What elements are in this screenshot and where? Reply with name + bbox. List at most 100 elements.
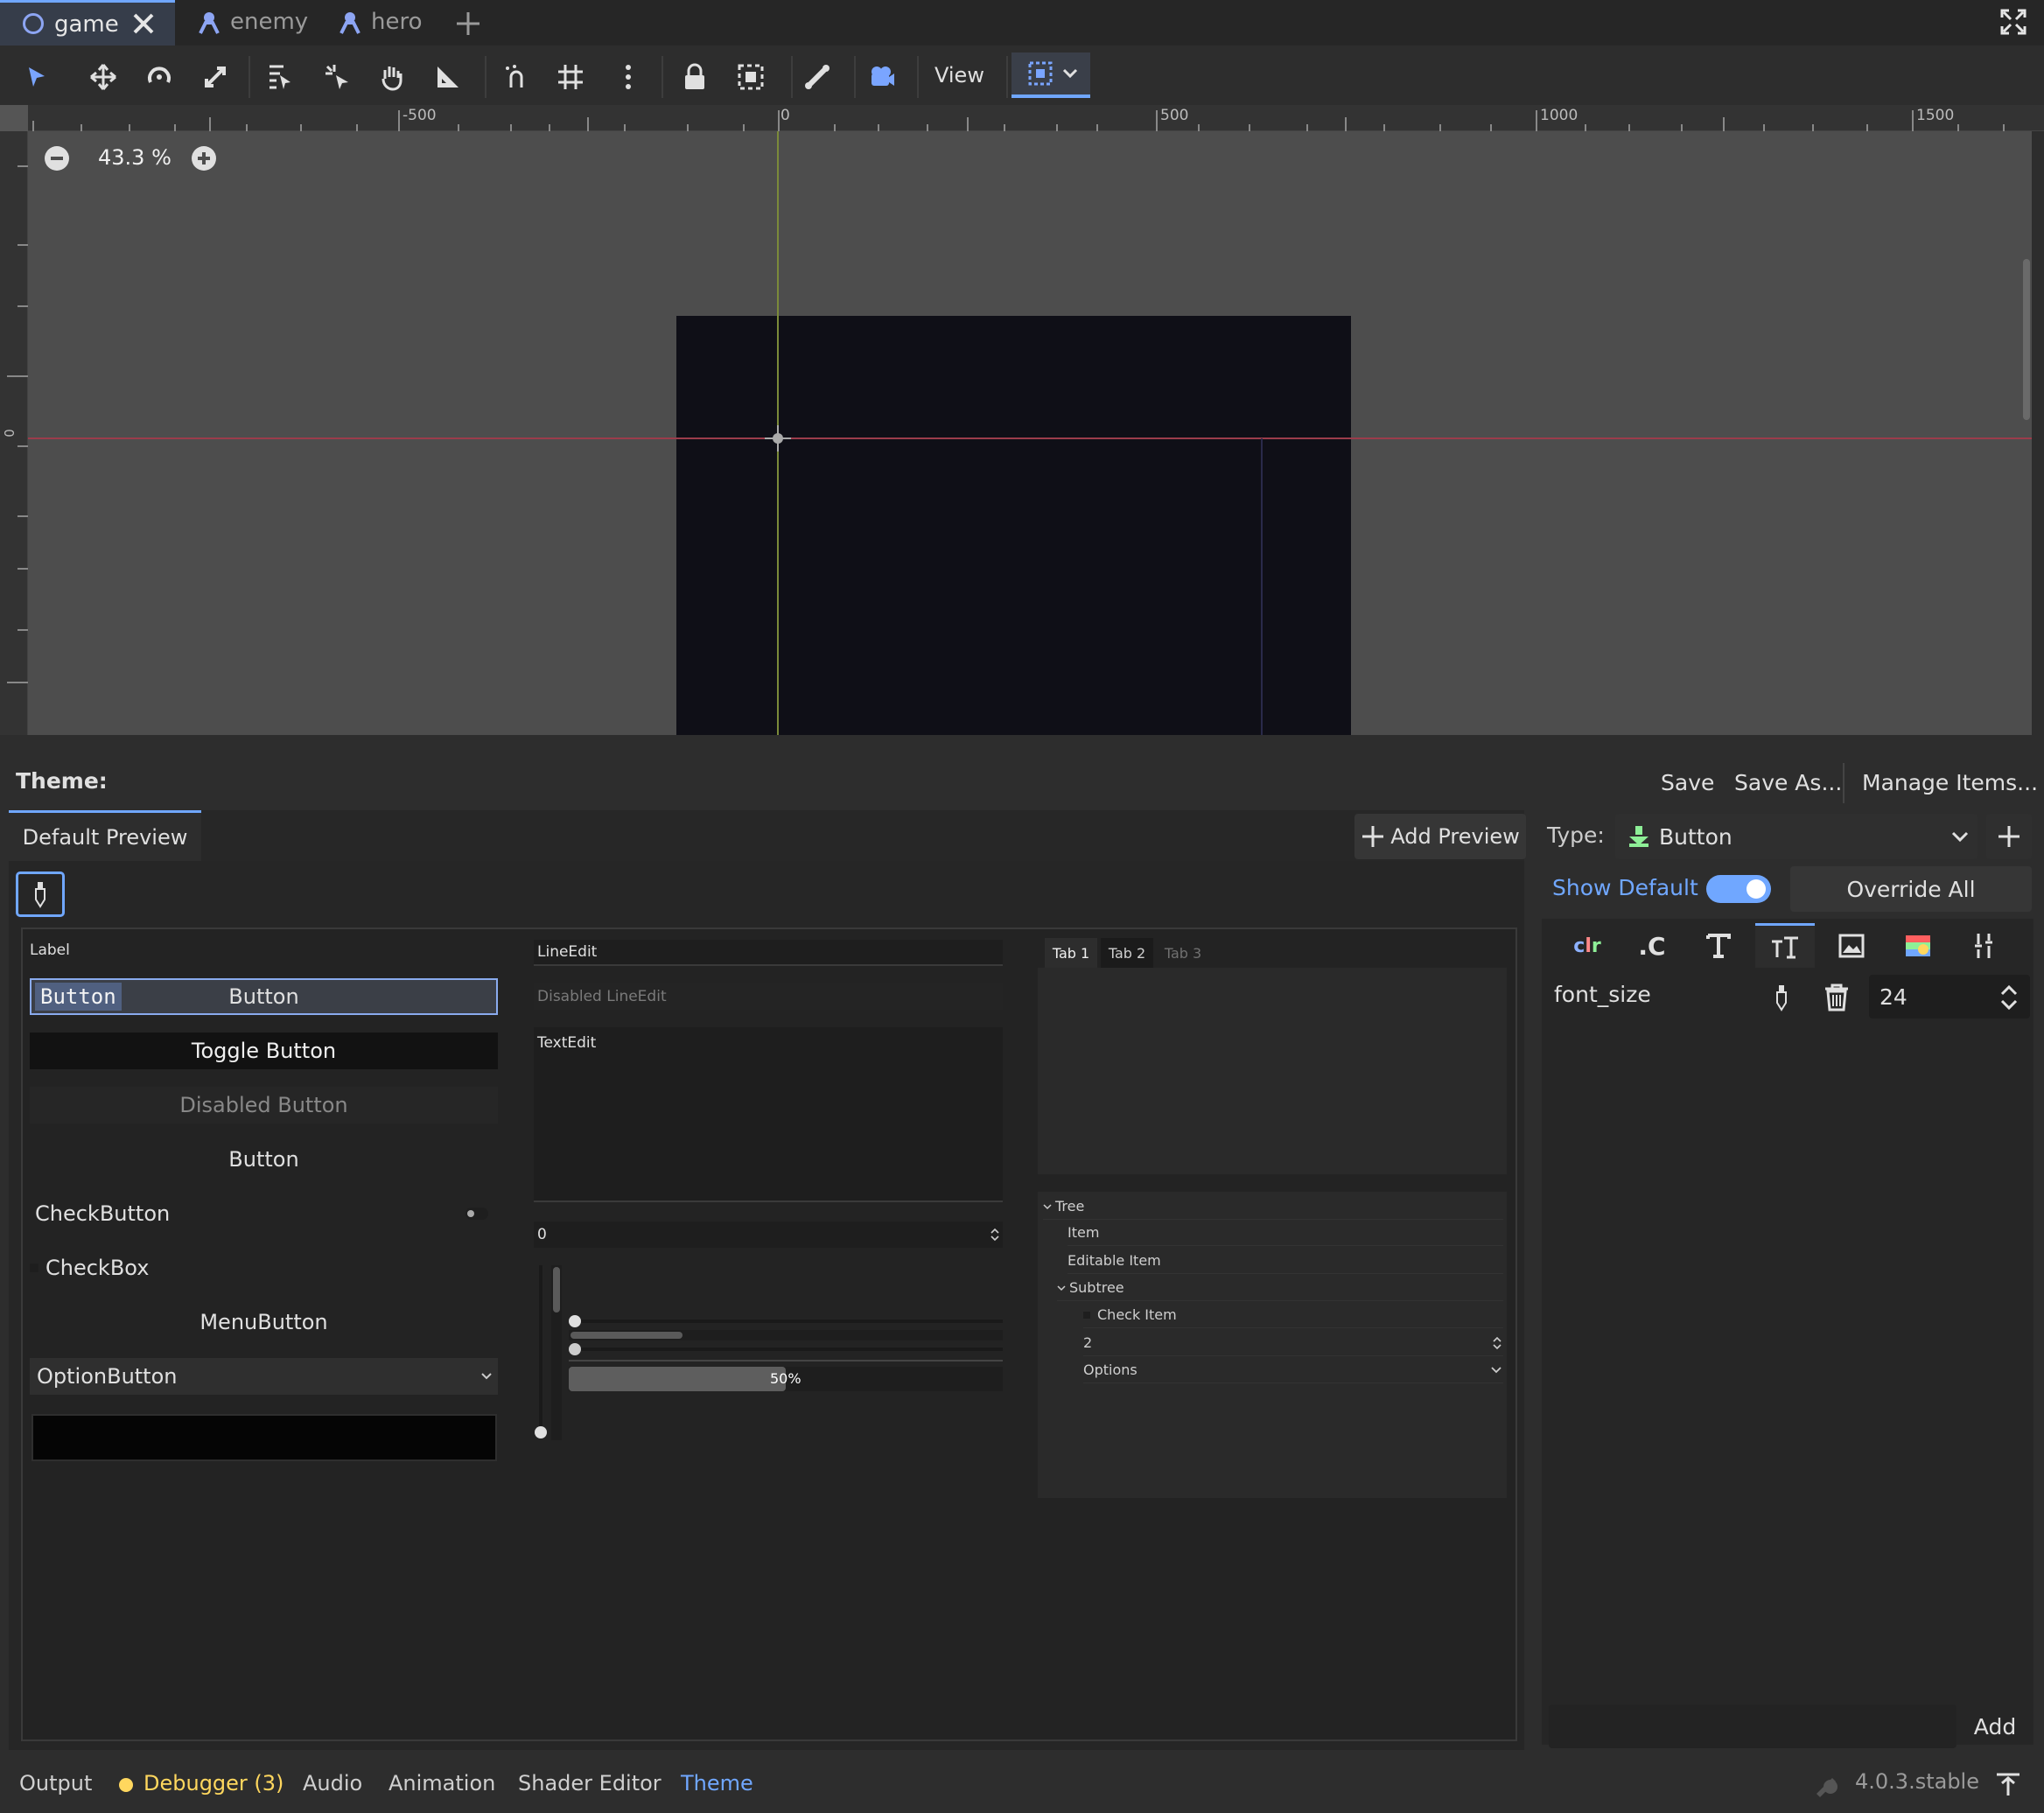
font-size-spinbox[interactable]: 24: [1869, 975, 2030, 1018]
scene-tab-enemy[interactable]: enemy: [188, 0, 311, 46]
camera-override-button[interactable]: [858, 52, 906, 102]
tab-types[interactable]: [1955, 923, 2014, 969]
bottom-tab-debugger[interactable]: Debugger (3): [144, 1771, 284, 1796]
tree-label: Subtree: [1069, 1279, 1124, 1296]
add-item-button[interactable]: Add: [1964, 1704, 2026, 1748]
show-default-toggle[interactable]: [1706, 875, 1771, 903]
list-select-button[interactable]: [256, 52, 304, 102]
tab-constants[interactable]: .C: [1622, 923, 1682, 969]
tree-subtree[interactable]: Subtree: [1057, 1275, 1503, 1301]
canvas-viewport[interactable]: 43.3 %: [28, 131, 2032, 735]
tree-root[interactable]: Tree: [1043, 1194, 1503, 1220]
zoom-level[interactable]: 43.3 %: [98, 145, 172, 170]
tree-label: 2: [1083, 1334, 1093, 1351]
notification-bell-icon[interactable]: [1813, 1773, 1838, 1799]
tab-font-sizes[interactable]: [1755, 923, 1815, 969]
tree-options-item[interactable]: Options: [1083, 1357, 1503, 1383]
add-preview-button[interactable]: Add Preview: [1354, 814, 1526, 859]
type-select[interactable]: Button: [1615, 814, 1978, 859]
viewport-guide-line: [1261, 438, 1263, 735]
group-button[interactable]: [726, 52, 775, 102]
preview-hslider[interactable]: [569, 1314, 1003, 1328]
pan-tool-button[interactable]: [368, 52, 416, 102]
lock-button[interactable]: [670, 52, 719, 102]
preview-menu-button[interactable]: MenuButton: [30, 1304, 498, 1340]
add-type-button[interactable]: [1986, 814, 2032, 859]
preview-spinbox[interactable]: 0: [534, 1222, 1003, 1248]
tree-item[interactable]: Item: [1068, 1220, 1503, 1246]
select-tool-button[interactable]: [12, 52, 61, 102]
preview-canvas-scale-button[interactable]: [1012, 52, 1090, 98]
toolbar-separator: [1843, 763, 1844, 803]
close-icon[interactable]: [131, 11, 156, 36]
tab-label: Tab 3: [1164, 944, 1202, 962]
type-label: Type:: [1547, 822, 1605, 848]
disabled-button-label: Disabled Button: [179, 1093, 348, 1117]
view-menu[interactable]: View: [934, 63, 984, 88]
fullscreen-icon[interactable]: [2000, 9, 2026, 35]
grid-snap-button[interactable]: [546, 52, 595, 102]
tab-styleboxes[interactable]: [1888, 923, 1948, 969]
save-as-button[interactable]: Save As...: [1734, 770, 1842, 795]
move-tool-button[interactable]: [79, 52, 128, 102]
preview-option-button[interactable]: OptionButton: [30, 1358, 498, 1395]
manage-items-button[interactable]: Manage Items...: [1862, 770, 2038, 795]
toggle-switch-icon: [466, 1208, 488, 1220]
tab-fonts[interactable]: [1689, 923, 1748, 969]
zoom-out-icon[interactable]: [44, 145, 70, 172]
preview-check-button[interactable]: CheckButton: [30, 1195, 498, 1232]
updown-arrows-icon[interactable]: [1998, 984, 2020, 1012]
override-all-button[interactable]: Override All: [1790, 866, 2032, 912]
bottom-tab-output[interactable]: Output: [19, 1771, 92, 1796]
skeleton-button[interactable]: [793, 52, 842, 102]
preview-checkbox[interactable]: CheckBox: [30, 1250, 292, 1286]
zoom-in-icon[interactable]: [191, 145, 217, 172]
bottom-tab-audio[interactable]: Audio: [303, 1771, 362, 1796]
camera-icon: [872, 66, 894, 86]
preview-button-focused[interactable]: Button Button: [30, 978, 498, 1015]
preview-flat-button[interactable]: Button: [30, 1141, 498, 1178]
bottom-tab-shader-editor[interactable]: Shader Editor: [518, 1771, 662, 1796]
preview-hscrollbar[interactable]: [569, 1330, 1003, 1340]
picker-button[interactable]: [16, 872, 65, 917]
scene-tab-hero[interactable]: hero: [324, 0, 438, 46]
updown-arrows-icon[interactable]: [990, 1227, 999, 1242]
tree-check-item[interactable]: Check Item: [1083, 1302, 1503, 1328]
preview-vscrollbar[interactable]: [551, 1265, 562, 1440]
property-name: font_size: [1554, 982, 1651, 1007]
slider-grabber[interactable]: [569, 1343, 581, 1355]
preview-vslider[interactable]: [535, 1265, 547, 1440]
preview-hslider-ticks[interactable]: [569, 1342, 1003, 1356]
trash-icon[interactable]: [1824, 984, 1850, 1012]
chevron-down-icon: [1951, 831, 1969, 843]
tab-colors[interactable]: clr: [1558, 923, 1617, 969]
tree-range-item[interactable]: 2: [1083, 1330, 1503, 1356]
ruler-tool-button[interactable]: [424, 52, 472, 102]
expand-panel-icon[interactable]: [1995, 1771, 2021, 1797]
preview-text-edit[interactable]: TextEdit: [534, 1027, 1003, 1202]
rotate-tool-button[interactable]: [135, 52, 184, 102]
tab-1[interactable]: Tab 1: [1045, 938, 1097, 968]
tree-editable-item[interactable]: Editable Item: [1068, 1248, 1503, 1274]
preview-line-edit[interactable]: LineEdit: [534, 940, 1003, 966]
scale-tool-button[interactable]: [191, 52, 240, 102]
add-scene-tab-icon[interactable]: [455, 10, 481, 37]
tab-2[interactable]: Tab 2: [1101, 938, 1153, 968]
bottom-tab-animation[interactable]: Animation: [388, 1771, 495, 1796]
add-item-input[interactable]: [1549, 1704, 1956, 1748]
save-button[interactable]: Save: [1661, 770, 1714, 795]
pivot-tool-button[interactable]: [313, 52, 362, 102]
bone-icon: [805, 65, 830, 89]
preview-toggle-button[interactable]: Toggle Button: [30, 1032, 498, 1069]
tab-icons[interactable]: [1822, 923, 1881, 969]
slider-grabber[interactable]: [569, 1315, 581, 1327]
tab-default-preview[interactable]: Default Preview: [9, 810, 201, 861]
scene-tab-game[interactable]: game: [0, 0, 175, 46]
snap-options-button[interactable]: [604, 52, 653, 102]
preview-color-picker-button[interactable]: [32, 1414, 497, 1461]
bottom-tab-theme[interactable]: Theme: [681, 1771, 753, 1796]
eyedropper-icon[interactable]: [1773, 984, 1790, 1012]
slider-grabber[interactable]: [535, 1426, 547, 1438]
viewport-scrollbar[interactable]: [2023, 259, 2030, 420]
smart-snap-button[interactable]: [492, 52, 541, 102]
